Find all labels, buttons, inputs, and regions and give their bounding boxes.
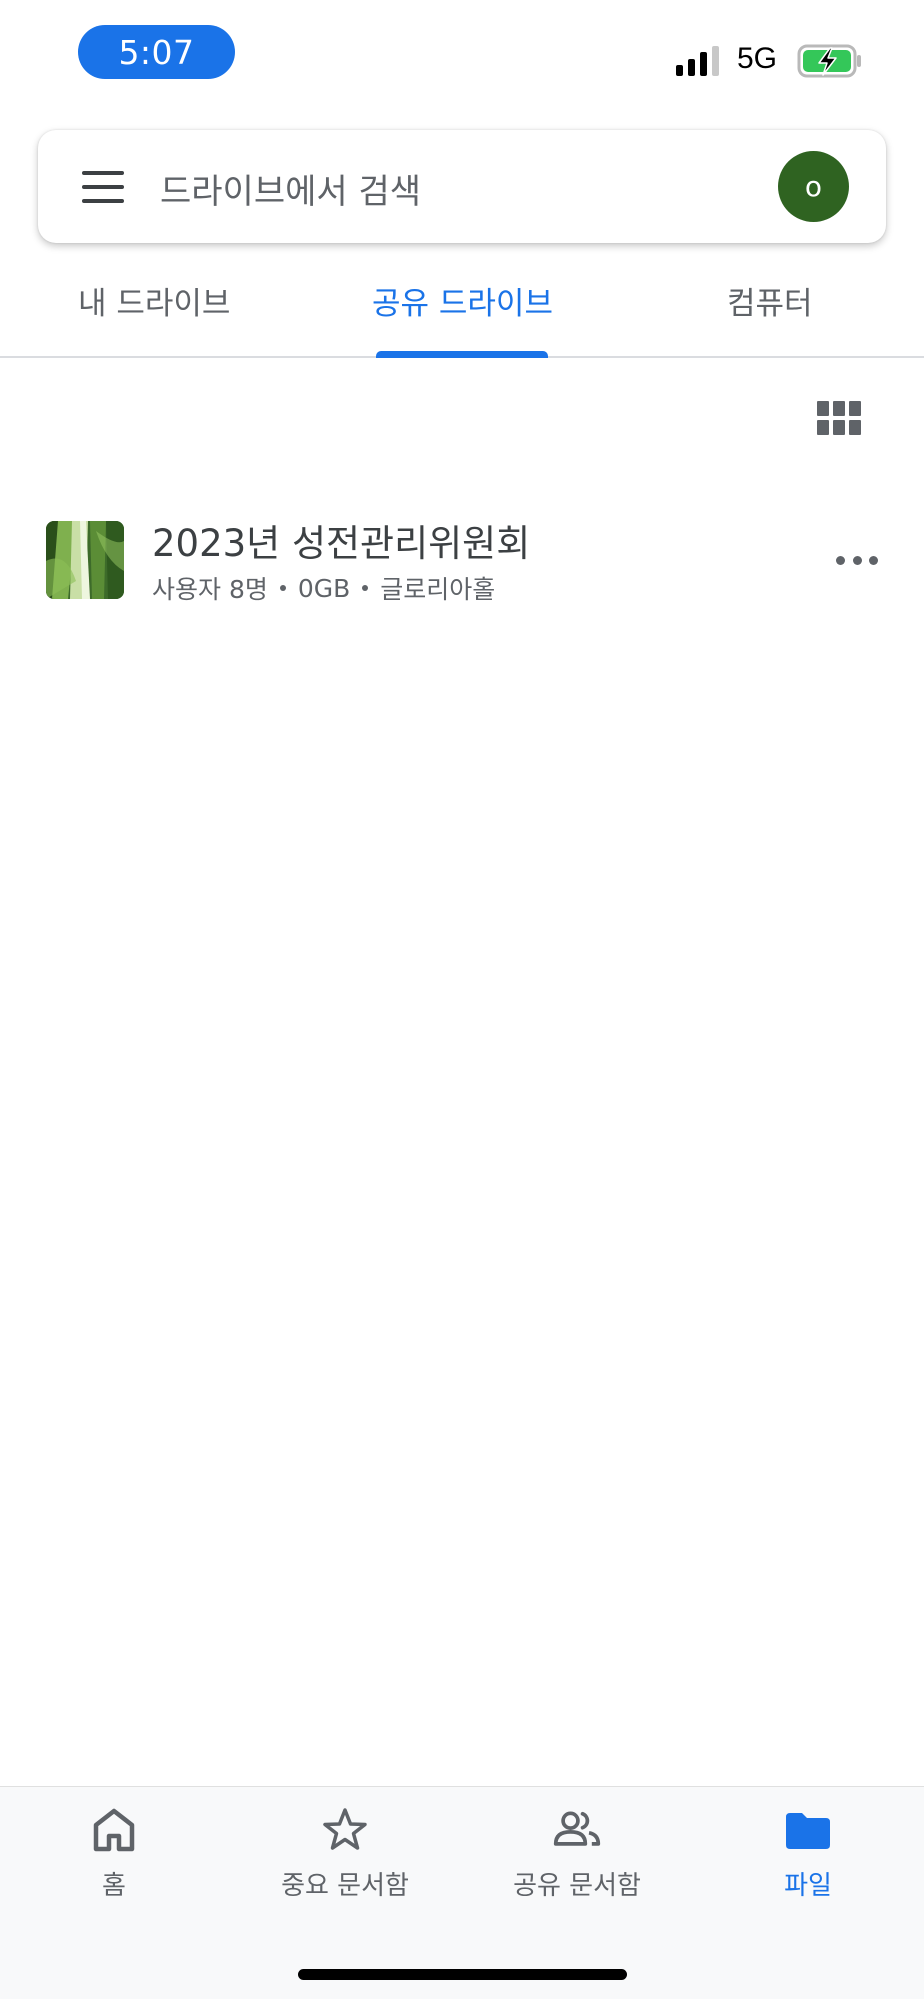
home-indicator[interactable] — [298, 1969, 627, 1980]
battery-charging-icon — [797, 44, 861, 78]
search-bar[interactable]: 드라이브에서 검색 o — [38, 130, 886, 243]
drive-title: 2023년 성전관리위원회 — [152, 522, 531, 565]
account-avatar[interactable]: o — [778, 151, 849, 222]
nav-shared-label: 공유 문서함 — [513, 1871, 641, 1901]
drive-screen: 5:07 5G 드라이브에서 검색 o 내 드라이브 공유 드라이브 컴퓨터 2… — [0, 0, 924, 1999]
drive-owner: 글로리아홀 — [380, 575, 496, 604]
nav-starred-label: 중요 문서함 — [281, 1871, 409, 1901]
more-options-icon[interactable] — [836, 555, 878, 565]
search-input[interactable]: 드라이브에서 검색 — [160, 164, 421, 213]
network-type: 5G — [737, 42, 778, 75]
nav-home-label: 홈 — [102, 1871, 126, 1901]
drive-meta: 사용자 8명 0GB 글로리아홀 — [152, 570, 495, 606]
tab-shared-drives[interactable]: 공유 드라이브 — [372, 278, 553, 323]
nav-files-label: 파일 — [784, 1871, 832, 1901]
cellular-signal-icon — [676, 46, 719, 76]
folder-icon — [786, 1813, 830, 1849]
drive-tabs: 내 드라이브 공유 드라이브 컴퓨터 — [0, 270, 924, 358]
hamburger-menu-icon[interactable] — [82, 171, 124, 203]
tab-my-drive[interactable]: 내 드라이브 — [78, 278, 230, 323]
people-icon — [553, 1811, 601, 1846]
tab-computers[interactable]: 컴퓨터 — [727, 278, 813, 323]
nav-home[interactable]: 홈 — [14, 1805, 214, 1902]
active-tab-indicator — [376, 351, 548, 358]
home-icon — [93, 1808, 135, 1852]
separator-dot — [279, 585, 286, 591]
drive-users: 사용자 8명 — [152, 575, 268, 604]
nav-starred[interactable]: 중요 문서함 — [245, 1805, 445, 1902]
status-time: 5:07 — [78, 25, 235, 79]
list-item[interactable]: 2023년 성전관리위원회 사용자 8명 0GB 글로리아홀 — [0, 500, 924, 620]
star-icon — [323, 1808, 367, 1850]
drive-size: 0GB — [297, 573, 351, 603]
drive-thumbnail-image — [46, 521, 124, 599]
grid-view-icon[interactable] — [817, 401, 861, 437]
separator-dot — [362, 585, 369, 591]
nav-files[interactable]: 파일 — [708, 1805, 908, 1902]
bottom-navigation: 홈 중요 문서함 공유 문서함 파일 — [0, 1786, 924, 1999]
nav-shared[interactable]: 공유 문서함 — [477, 1805, 677, 1902]
